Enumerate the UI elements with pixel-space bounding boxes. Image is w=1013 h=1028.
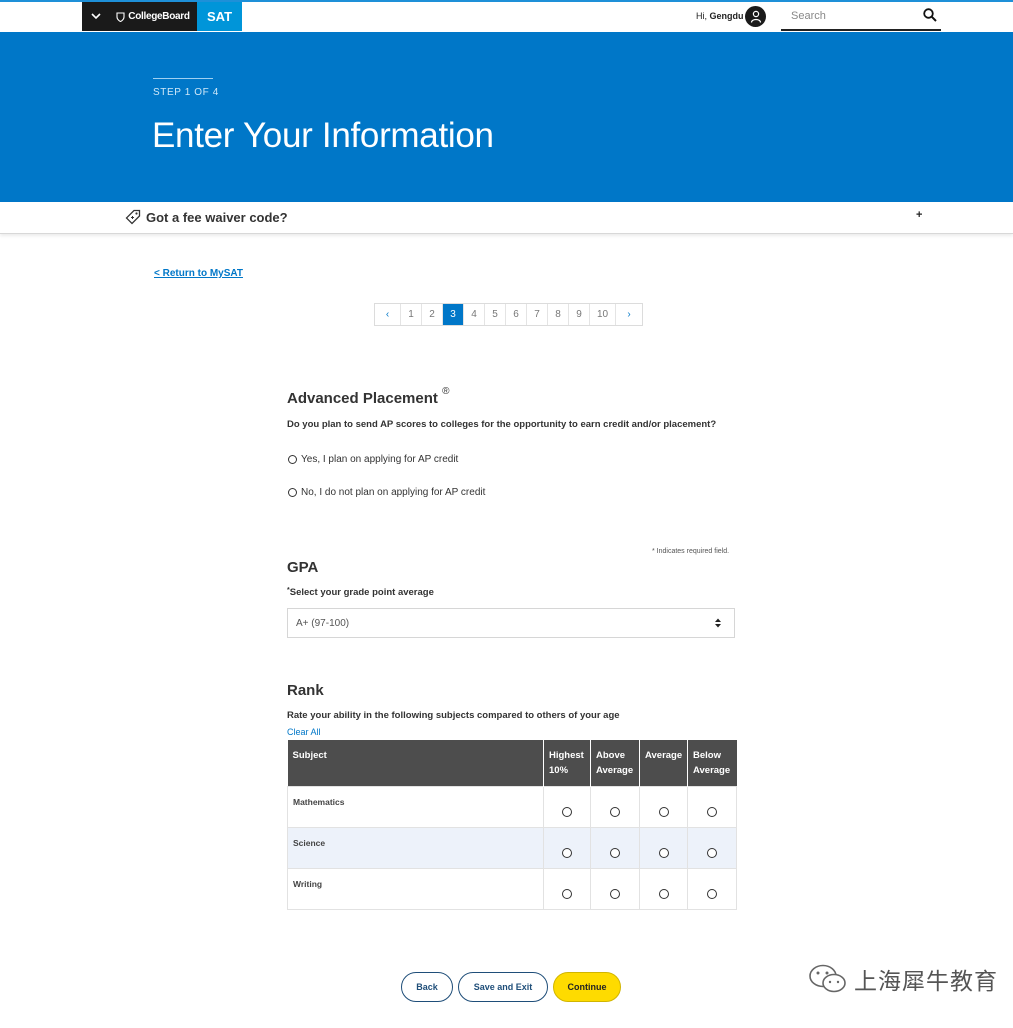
wechat-icon <box>809 964 846 993</box>
table-row: Science <box>287 827 737 869</box>
ap-yes-radio[interactable] <box>288 455 297 464</box>
col-average: Average <box>639 740 688 787</box>
user-icon <box>750 10 761 23</box>
registered-mark: ® <box>442 386 450 397</box>
writing-above-radio[interactable] <box>610 889 620 899</box>
menu-toggle-button[interactable] <box>82 2 110 31</box>
gpa-section-title: GPA <box>287 559 319 576</box>
pagination-page-8[interactable]: 8 <box>548 304 569 325</box>
row-subject-mathematics: Mathematics <box>287 786 544 828</box>
ap-option-no[interactable]: No, I do not plan on applying for AP cre… <box>288 487 485 498</box>
acorn-shield-icon <box>116 11 125 22</box>
gpa-label: *Select your grade point average <box>287 587 434 598</box>
collegeboard-logo[interactable]: CollegeBoard <box>109 2 197 31</box>
search-input[interactable] <box>781 6 921 26</box>
col-above-average: Above Average <box>590 740 640 787</box>
pagination-page-2[interactable]: 2 <box>422 304 443 325</box>
greeting-prefix: Hi, <box>696 11 707 21</box>
fee-waiver-label: Got a fee waiver code? <box>146 210 288 225</box>
math-highest-radio[interactable] <box>562 807 572 817</box>
science-below-radio[interactable] <box>707 848 717 858</box>
top-navigation-bar: CollegeBoard SAT Hi, Gengdu <box>0 2 1013 33</box>
ap-title-text: Advanced Placement <box>287 390 438 407</box>
pagination-page-3-current[interactable]: 3 <box>443 304 464 325</box>
hero-banner: STEP 1 OF 4 Enter Your Information <box>0 32 1013 202</box>
rank-table: Subject Highest 10% Above Average Averag… <box>287 740 737 910</box>
table-row: Writing <box>287 868 737 910</box>
save-and-exit-button[interactable]: Save and Exit <box>458 972 548 1002</box>
step-divider <box>153 78 213 79</box>
sat-logo[interactable]: SAT <box>197 2 242 31</box>
ap-yes-label: Yes, I plan on applying for AP credit <box>301 454 459 465</box>
product-name: SAT <box>206 9 233 24</box>
rank-section-title: Rank <box>287 682 324 699</box>
gpa-selected-value: A+ (97-100) <box>296 618 350 629</box>
ap-option-yes[interactable]: Yes, I plan on applying for AP credit <box>288 454 458 465</box>
back-button[interactable]: Back <box>401 972 453 1002</box>
math-below-radio[interactable] <box>707 807 717 817</box>
row-subject-science: Science <box>287 827 544 869</box>
math-above-radio[interactable] <box>610 807 620 817</box>
gpa-label-text: Select your grade point average <box>289 587 434 598</box>
expand-plus-icon[interactable]: + <box>916 209 922 221</box>
select-caret-icon <box>715 618 721 628</box>
math-average-radio[interactable] <box>658 807 669 817</box>
rank-table-header: Subject Highest 10% Above Average Averag… <box>287 740 737 787</box>
user-greeting: Hi, Gengdu <box>696 11 744 21</box>
pagination-page-4[interactable]: 4 <box>464 304 485 325</box>
fee-waiver-accordion[interactable]: Got a fee waiver code? + <box>0 202 1013 234</box>
science-above-radio[interactable] <box>610 848 620 858</box>
clear-all-link[interactable]: Clear All <box>287 727 321 737</box>
user-name: Gengdu <box>709 11 744 21</box>
pagination-page-9[interactable]: 9 <box>569 304 590 325</box>
watermark-text: 上海犀牛教育 <box>854 969 998 995</box>
ap-no-radio[interactable] <box>288 488 297 497</box>
science-highest-radio[interactable] <box>562 848 572 858</box>
rank-prompt: Rate your ability in the following subje… <box>287 710 620 721</box>
step-indicator: STEP 1 OF 4 <box>153 87 219 98</box>
pagination-prev-button[interactable]: ‹ <box>375 304 401 325</box>
continue-button[interactable]: Continue <box>553 972 621 1002</box>
watermark: 上海犀牛教育 <box>808 962 998 996</box>
ap-question: Do you plan to send AP scores to college… <box>287 419 717 430</box>
pagination-page-5[interactable]: 5 <box>485 304 506 325</box>
ap-section-title: Advanced Placement ® <box>287 386 449 407</box>
writing-highest-radio[interactable] <box>562 889 572 899</box>
pagination-page-10[interactable]: 10 <box>590 304 616 325</box>
pagination: ‹ 1 2 3 4 5 6 7 8 9 10 › <box>374 303 643 326</box>
required-field-note: * Indicates required field. <box>652 548 730 555</box>
brand-name: CollegeBoard <box>128 11 190 22</box>
writing-average-radio[interactable] <box>658 889 669 899</box>
search-box <box>781 6 941 31</box>
table-row: Mathematics <box>287 786 737 828</box>
pagination-page-7[interactable]: 7 <box>527 304 548 325</box>
pagination-page-6[interactable]: 6 <box>506 304 527 325</box>
tag-icon <box>125 209 141 225</box>
return-to-mysat-link[interactable]: < Return to MySAT <box>154 268 243 279</box>
row-subject-writing: Writing <box>287 868 544 910</box>
col-subject: Subject <box>287 740 544 787</box>
col-highest-10: Highest 10% <box>543 740 591 787</box>
gpa-select[interactable]: A+ (97-100) <box>287 608 735 638</box>
pagination-page-1[interactable]: 1 <box>401 304 422 325</box>
search-icon[interactable] <box>923 8 937 22</box>
pagination-next-button[interactable]: › <box>616 304 642 325</box>
writing-below-radio[interactable] <box>707 889 717 899</box>
ap-no-label: No, I do not plan on applying for AP cre… <box>301 487 486 498</box>
col-below-average: Below Average <box>687 740 737 787</box>
avatar[interactable] <box>745 6 766 27</box>
chevron-down-icon <box>90 13 101 20</box>
page-title: Enter Your Information <box>152 116 494 155</box>
science-average-radio[interactable] <box>658 848 669 858</box>
